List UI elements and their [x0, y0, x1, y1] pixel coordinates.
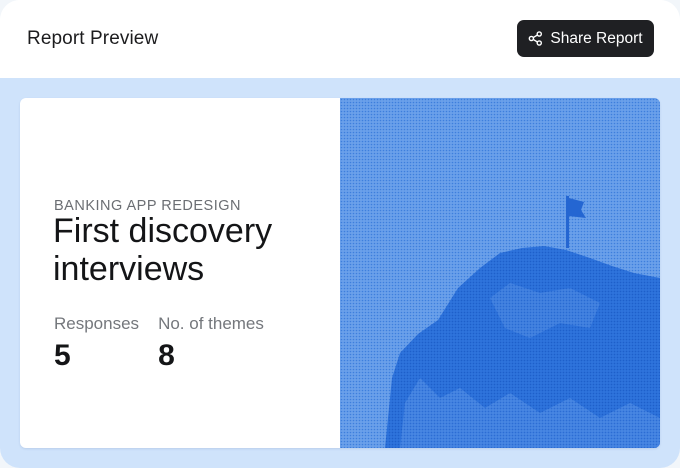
share-report-label: Share Report	[550, 29, 643, 47]
report-card-text: BANKING APP REDESIGN First discovery int…	[20, 98, 340, 448]
mountain-flag-illustration	[340, 98, 660, 448]
stat-label: No. of themes	[158, 314, 264, 333]
header: Report Preview Share Report	[0, 0, 680, 78]
share-icon	[528, 31, 543, 46]
stat-value: 8	[158, 339, 175, 372]
stat-themes: No. of themes 8	[158, 313, 264, 374]
report-preview-window: Report Preview Share Report BANKING APP …	[0, 0, 680, 468]
report-stats: Responses 5 No. of themes 8	[54, 313, 264, 374]
report-title-line-2: interviews	[53, 250, 205, 288]
report-title: First discovery interviews	[53, 212, 333, 288]
share-report-button[interactable]: Share Report	[517, 20, 654, 57]
report-title-line-1: First discovery	[53, 212, 273, 250]
report-card[interactable]: BANKING APP REDESIGN First discovery int…	[20, 98, 660, 448]
stat-value: 5	[54, 339, 71, 372]
stat-responses: Responses 5	[54, 313, 139, 374]
page-title: Report Preview	[27, 28, 159, 49]
stat-label: Responses	[54, 314, 140, 333]
flag-pole	[566, 196, 569, 248]
preview-panel: BANKING APP REDESIGN First discovery int…	[0, 78, 680, 468]
cover-image	[340, 98, 660, 448]
